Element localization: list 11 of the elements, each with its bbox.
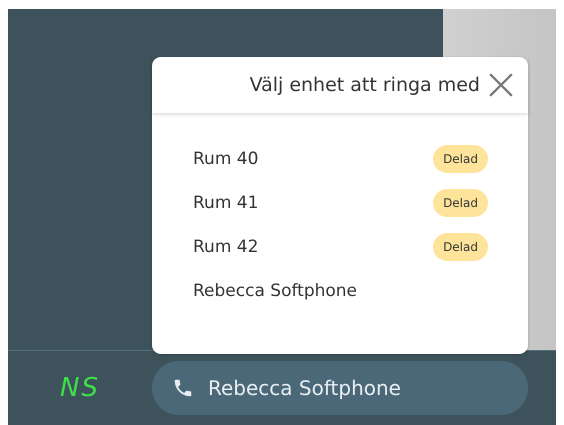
shared-badge: Delad (433, 189, 488, 217)
device-item[interactable]: Rum 41 (193, 193, 258, 213)
device-item[interactable]: Rum 42 (193, 237, 258, 257)
shared-badge: Delad (433, 233, 488, 261)
shared-badge: Delad (433, 145, 488, 173)
dialog-title: Välj enhet att ringa med (250, 74, 480, 96)
device-button[interactable]: Rebecca Softphone (152, 361, 528, 415)
device-item[interactable]: Rebecca Softphone (193, 281, 358, 301)
phone-icon (172, 377, 194, 399)
device-item[interactable]: Rum 40 (193, 149, 258, 169)
logo: NS (59, 373, 101, 403)
